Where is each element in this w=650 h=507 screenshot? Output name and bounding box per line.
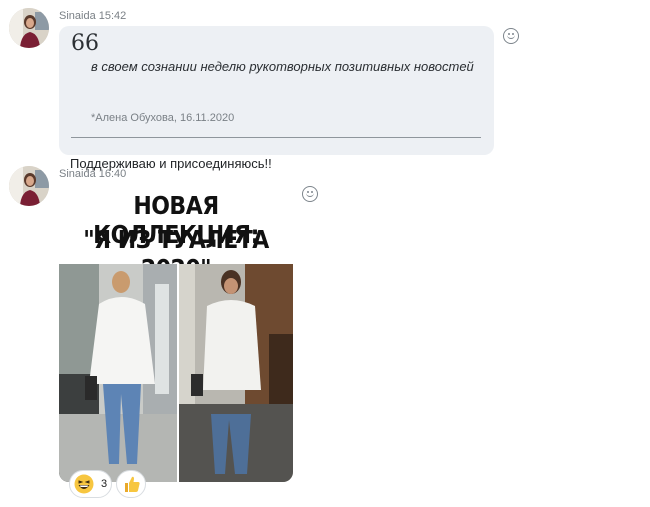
thumbs-up-icon: [125, 476, 140, 492]
image-photos: [59, 264, 293, 482]
add-reaction-icon[interactable]: [503, 28, 519, 44]
quote-author: *Алена Обухова, 16.11.2020: [91, 112, 235, 124]
reaction-laughing[interactable]: 3: [69, 470, 112, 498]
image-attachment[interactable]: НОВАЯ КОЛЛЕКЦИЯ: "Я ИЗ ТУАЛЕТА 2020": [59, 184, 293, 482]
message-meta: Sinaida 15:42: [59, 10, 126, 22]
message-time: 16:40: [98, 168, 127, 180]
avatar-photo: [9, 8, 49, 48]
message-bubble[interactable]: 66 в своем сознании неделю рукотворных п…: [59, 26, 494, 171]
quote-icon: 66: [71, 31, 99, 56]
avatar-photo: [9, 166, 49, 206]
reaction-thumbs-up[interactable]: [116, 470, 146, 498]
avatar[interactable]: [9, 8, 49, 48]
reaction-count: 3: [101, 478, 108, 490]
quote-divider: [71, 137, 481, 138]
quote-text: в своем сознании неделю рукотворных пози…: [91, 59, 474, 74]
message-time: 15:42: [98, 10, 127, 22]
message-meta: Sinaida 16:40: [59, 168, 126, 180]
image-caption-area: НОВАЯ КОЛЛЕКЦИЯ: "Я ИЗ ТУАЛЕТА 2020": [59, 184, 293, 284]
sender-name: Sinaida: [59, 10, 96, 22]
laughing-face-icon: [74, 474, 94, 494]
avatar[interactable]: [9, 166, 49, 206]
add-reaction-icon[interactable]: [302, 186, 318, 202]
sender-name: Sinaida: [59, 168, 96, 180]
